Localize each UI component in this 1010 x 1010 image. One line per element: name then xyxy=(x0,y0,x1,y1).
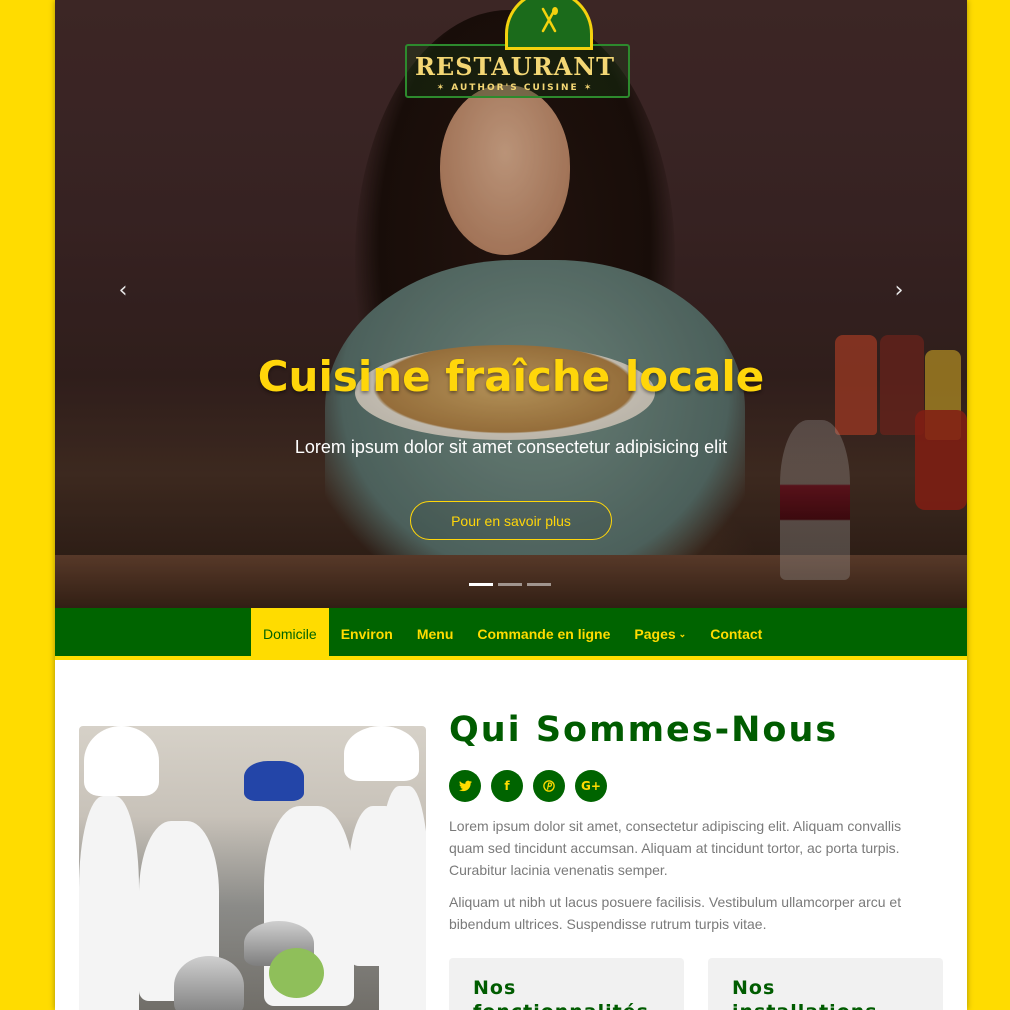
carousel-indicator[interactable] xyxy=(498,583,522,586)
nav-item-label: Pages xyxy=(634,626,676,642)
kitchen-photo xyxy=(79,726,426,1010)
about-title: Qui Sommes-Nous xyxy=(449,710,839,750)
about-paragraph: Aliquam ut nibh ut lacus posuere facilis… xyxy=(449,894,902,932)
photo-lettuce xyxy=(269,948,324,998)
photo-chef xyxy=(79,796,139,1010)
photo-chef-hat xyxy=(84,726,159,796)
nav-item-online-order[interactable]: Commande en ligne xyxy=(465,608,622,660)
hero-carousel: RESTAURANT ✶ AUTHOR'S CUISINE ✶ ‹ › Cuis… xyxy=(55,0,967,608)
learn-more-button[interactable]: Pour en savoir plus xyxy=(410,501,612,540)
page-container: RESTAURANT ✶ AUTHOR'S CUISINE ✶ ‹ › Cuis… xyxy=(55,0,967,1010)
features-card[interactable]: Nos fonctionnalités xyxy=(449,958,684,1010)
about-paragraph: Lorem ipsum dolor sit amet, consectetur … xyxy=(449,818,902,878)
google-plus-icon[interactable]: G+ xyxy=(575,770,607,802)
nav-item-contact[interactable]: Contact xyxy=(698,608,774,660)
chevron-down-icon: ⌄ xyxy=(678,628,687,639)
photo-blue-cap xyxy=(244,761,304,801)
card-title: Nos fonctionnalités xyxy=(473,977,648,1010)
nav-list: Domicile Environ Menu Commande en ligne … xyxy=(251,608,774,660)
nav-item-label: Commande en ligne xyxy=(477,626,611,642)
chevron-right-icon[interactable]: › xyxy=(884,276,914,306)
main-navbar: Domicile Environ Menu Commande en ligne … xyxy=(55,608,967,660)
nav-item-home[interactable]: Domicile xyxy=(251,608,329,660)
photo-pot xyxy=(174,956,244,1010)
fork-spoon-icon xyxy=(505,0,593,50)
nav-item-label: Contact xyxy=(710,626,763,642)
nav-item-label: Domicile xyxy=(263,626,317,642)
logo-title: RESTAURANT xyxy=(414,52,616,81)
photo-chef xyxy=(379,786,426,1010)
nav-item-about[interactable]: Environ xyxy=(329,608,405,660)
nav-item-label: Environ xyxy=(340,626,393,642)
twitter-icon[interactable] xyxy=(449,770,481,802)
logo-subtitle: ✶ AUTHOR'S CUISINE ✶ xyxy=(436,83,594,93)
nav-item-pages[interactable]: Pages ⌄ xyxy=(622,608,698,660)
photo-chef-hat xyxy=(344,726,419,781)
restaurant-logo[interactable]: RESTAURANT ✶ AUTHOR'S CUISINE ✶ xyxy=(395,0,635,100)
chevron-left-icon[interactable]: ‹ xyxy=(108,276,138,306)
social-links: f G+ xyxy=(449,770,607,802)
facebook-icon[interactable]: f xyxy=(491,770,523,802)
facilities-card[interactable]: Nos installations xyxy=(708,958,943,1010)
hero-title: Cuisine fraîche locale xyxy=(257,352,765,401)
carousel-indicator[interactable] xyxy=(527,583,551,586)
carousel-indicator[interactable] xyxy=(469,583,493,586)
pinterest-icon[interactable] xyxy=(533,770,565,802)
carousel-indicators xyxy=(469,583,551,586)
hero-subtitle: Lorem ipsum dolor sit amet consectetur a… xyxy=(294,437,728,457)
card-title: Nos installations xyxy=(732,977,877,1010)
nav-item-menu[interactable]: Menu xyxy=(405,608,466,660)
nav-item-label: Menu xyxy=(416,626,454,642)
